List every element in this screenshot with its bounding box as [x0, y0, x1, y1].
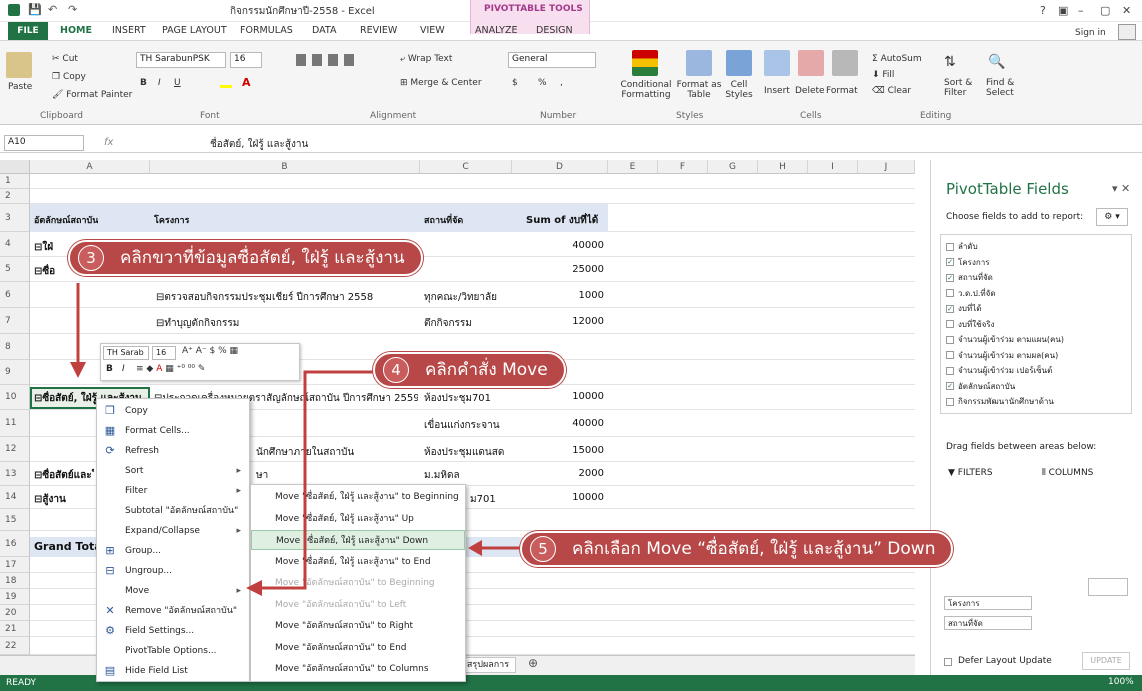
callout-step-3: 3 คลิกขวาที่ข้อมูลซื่อสัตย์, ใฝ่รู้ และสู… [68, 240, 423, 276]
arrowhead-step3 [70, 362, 86, 378]
step-4-badge: 4 [383, 357, 409, 383]
callout-step-4: 4 คลิกคำสั่ง Move [373, 352, 566, 388]
annotation-arrows [70, 283, 520, 596]
callout-step-5: 5 คลิกเลือก Move “ซื่อสัตย์, ใฝ่รู้ และสู… [520, 531, 954, 567]
callout-3-text: คลิกขวาที่ข้อมูลซื่อสัตย์, ใฝ่รู้ และสู้… [120, 248, 405, 268]
callout-4-text: คลิกคำสั่ง Move [425, 360, 548, 380]
arrow-step4 [258, 370, 380, 590]
step-3-badge: 3 [78, 245, 104, 271]
arrowhead-step4 [246, 580, 262, 596]
arrowhead-step5 [468, 540, 482, 556]
callout-5-text: คลิกเลือก Move “ซื่อสัตย์, ใฝ่รู้ และสู้… [572, 539, 936, 559]
step-5-badge: 5 [530, 536, 556, 562]
